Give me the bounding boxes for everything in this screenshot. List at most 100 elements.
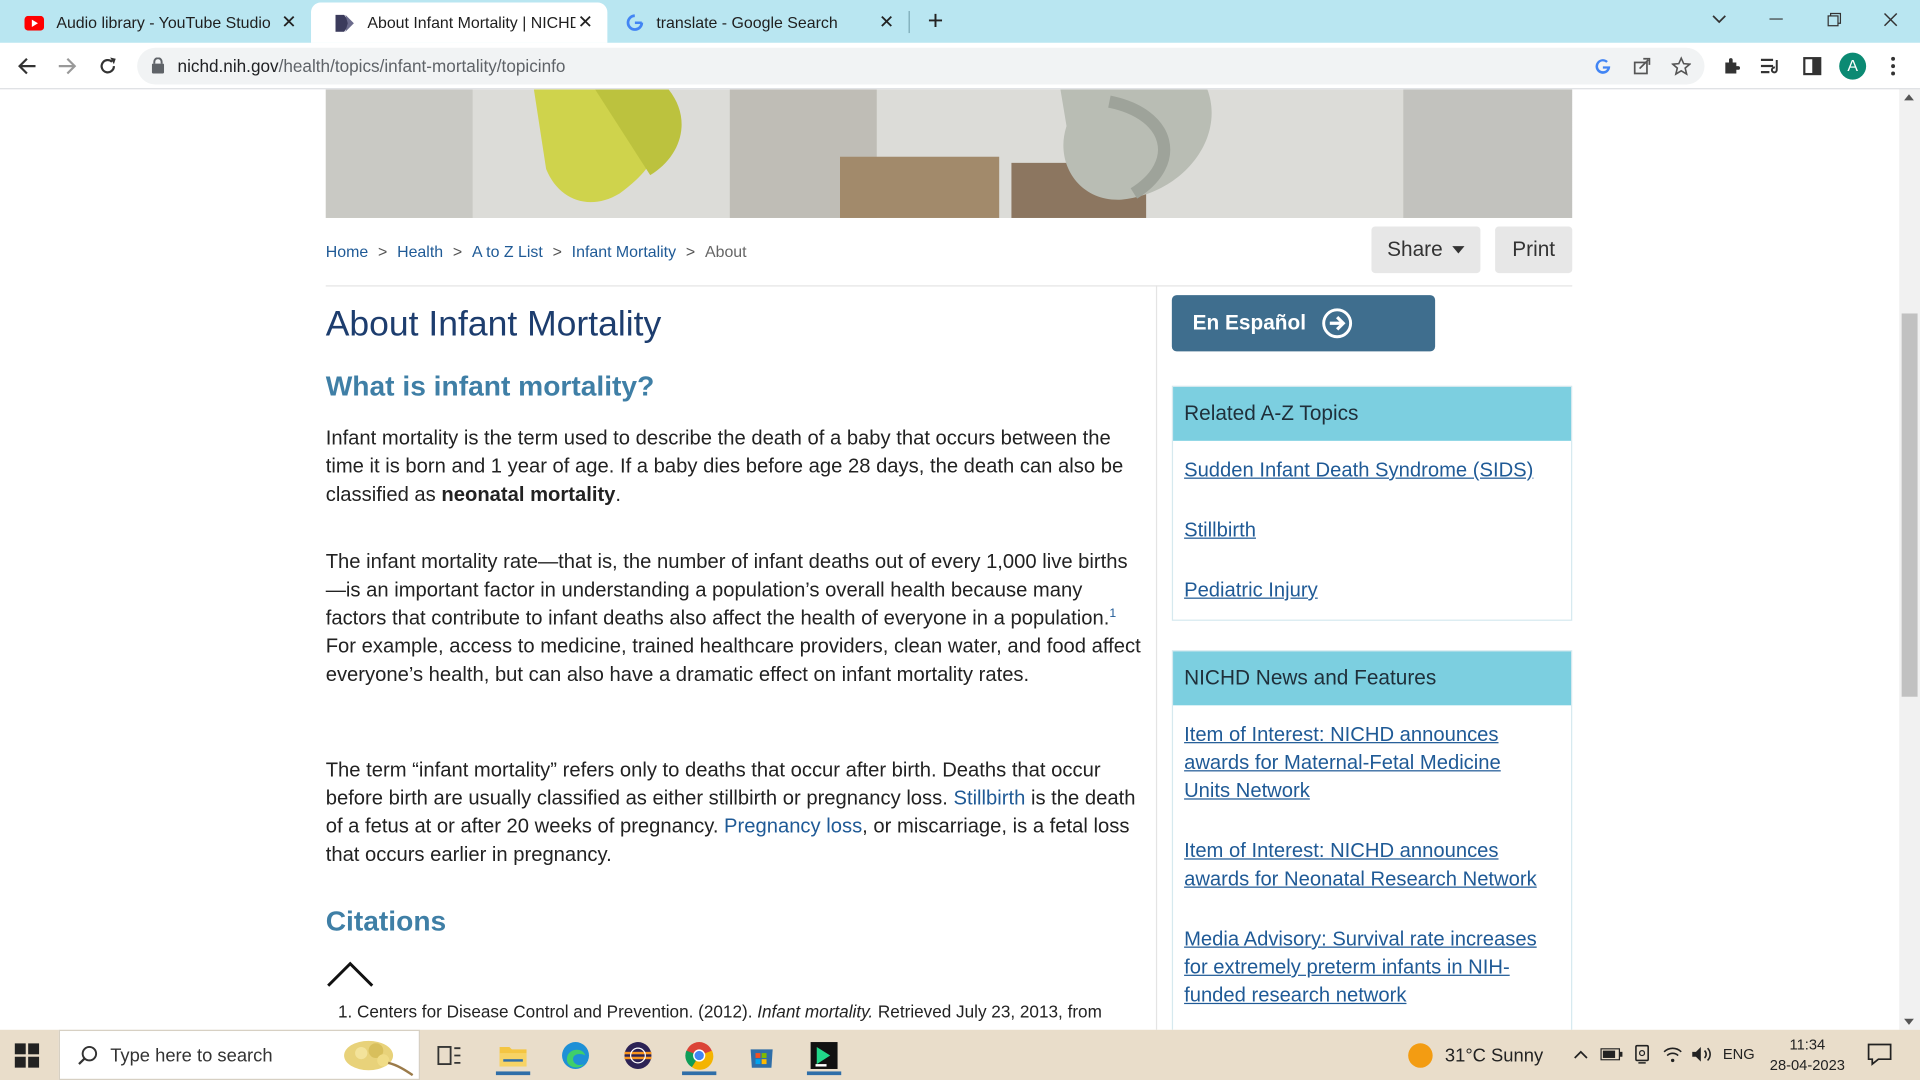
close-window-icon[interactable]: [1861, 0, 1920, 39]
windows-start-icon[interactable]: [14, 1043, 40, 1068]
share-page-icon[interactable]: [1631, 55, 1653, 77]
tab-strip: Audio library - YouTube Studio ✕ About I…: [0, 0, 1920, 43]
back-icon[interactable]: [11, 50, 43, 82]
breadcrumb-a-to-z[interactable]: A to Z List: [472, 242, 543, 260]
close-tab-icon[interactable]: ✕: [279, 12, 299, 33]
taskbar-search-box[interactable]: Type here to search: [58, 1029, 421, 1080]
microsoft-store-icon[interactable]: [737, 1035, 786, 1075]
eclipse-icon[interactable]: [613, 1035, 662, 1075]
reload-icon[interactable]: [92, 50, 124, 82]
en-espanol-label: En Español: [1192, 311, 1307, 335]
en-espanol-button[interactable]: En Español: [1171, 295, 1436, 352]
weather-text: 31°C Sunny: [1444, 1045, 1544, 1066]
close-tab-icon[interactable]: ✕: [877, 12, 897, 33]
related-topics-heading: Related A-Z Topics: [1173, 386, 1572, 441]
tab-google-search[interactable]: translate - Google Search ✕: [607, 2, 908, 42]
close-tab-icon[interactable]: ✕: [576, 12, 596, 33]
edge-browser-icon[interactable]: [551, 1035, 600, 1075]
news-features-heading: NICHD News and Features: [1173, 651, 1572, 706]
news-link-mfmu[interactable]: Item of Interest: NICHD announces awards…: [1184, 721, 1539, 805]
sun-icon: [1408, 1043, 1433, 1068]
scroll-up-arrow-icon[interactable]: [1904, 94, 1914, 101]
meet-now-icon[interactable]: [1631, 1043, 1653, 1065]
paragraph-3: The term “infant mortality” refers only …: [325, 759, 1136, 866]
pregnancy-loss-link[interactable]: Pregnancy loss: [724, 816, 862, 838]
scrollbar-thumb[interactable]: [1901, 313, 1918, 697]
media-control-icon[interactable]: [1760, 54, 1784, 78]
tab-title: Audio library - YouTube Studio: [56, 13, 271, 32]
tab-about-infant-mortality[interactable]: About Infant Mortality | NICHD - ✕: [311, 2, 608, 43]
clock[interactable]: 11:34 28-04-2023: [1763, 1035, 1851, 1077]
tab-youtube-studio[interactable]: Audio library - YouTube Studio ✕: [0, 2, 311, 42]
page-scrollbar[interactable]: [1899, 89, 1920, 1030]
news-link-preterm[interactable]: Media Advisory: Survival rate increases …: [1184, 926, 1557, 1010]
caret-down-icon: [1452, 246, 1465, 254]
language-indicator[interactable]: ENG: [1723, 1046, 1755, 1063]
search-highlight-image: [339, 1036, 417, 1077]
tab-search-icon[interactable]: [1690, 0, 1749, 39]
divider: [325, 285, 1573, 287]
citation-1-link[interactable]: 1: [1109, 607, 1116, 620]
breadcrumb-current: About: [704, 242, 747, 261]
clock-date: 28-04-2023: [1769, 1056, 1845, 1074]
neonatal-mortality-term: neonatal mortality: [441, 483, 616, 506]
tab-title: About Infant Mortality | NICHD -: [367, 13, 576, 32]
page-title: About Infant Mortality: [325, 304, 662, 345]
volume-icon[interactable]: [1691, 1043, 1713, 1065]
breadcrumb-home[interactable]: Home: [326, 242, 368, 260]
new-tab-icon[interactable]: +: [921, 7, 950, 36]
file-explorer-icon[interactable]: [489, 1035, 538, 1076]
page-viewport: Home > Health > A to Z List > Infant Mortality…: [0, 89, 1900, 1030]
related-topics-box: Related A-Z Topics Sudden Infant Death S…: [1171, 385, 1573, 621]
browser-toolbar: nichd.nih.gov/health/topics/infant-morta…: [0, 42, 1920, 90]
print-button[interactable]: Print: [1495, 226, 1573, 274]
chrome-icon[interactable]: [675, 1035, 724, 1076]
forward-icon[interactable]: [51, 50, 83, 82]
minimize-icon[interactable]: [1746, 0, 1805, 39]
weather-widget[interactable]: 31°C Sunny: [1408, 1043, 1544, 1068]
breadcrumb: Home > Health > A to Z List > Infant Mortality…: [325, 242, 747, 261]
search-icon: [77, 1044, 99, 1072]
column-divider: [1155, 285, 1158, 1030]
clock-time: 11:34: [1789, 1035, 1826, 1054]
citations-heading: Citations: [325, 904, 447, 937]
wifi-icon[interactable]: [1662, 1043, 1684, 1065]
stillbirth-link[interactable]: Stillbirth: [953, 787, 1025, 809]
lock-icon[interactable]: [151, 57, 165, 80]
extensions-icon[interactable]: [1719, 54, 1743, 78]
share-button[interactable]: Share: [1371, 226, 1481, 274]
related-link-sids[interactable]: Sudden Infant Death Syndrome (SIDS): [1184, 457, 1571, 485]
related-link-stillbirth[interactable]: Stillbirth: [1184, 517, 1571, 545]
google-icon: [624, 13, 644, 33]
youtube-icon: [24, 13, 45, 33]
side-panel-icon[interactable]: [1800, 54, 1824, 78]
pycharm-icon[interactable]: [800, 1035, 849, 1076]
tab-title: translate - Google Search: [656, 13, 838, 32]
arrow-circle-right-icon: [1321, 307, 1353, 339]
breadcrumb-health[interactable]: Health: [397, 242, 443, 260]
paragraph-2: The infant mortality rate—that is, the n…: [325, 551, 1141, 686]
nichd-icon: [335, 13, 356, 33]
tab-separator: [908, 11, 910, 34]
related-link-pediatric-injury[interactable]: Pediatric Injury: [1184, 577, 1571, 605]
windows-taskbar: Type here to search 31°C Sunny ENG 11:34…: [0, 1029, 1920, 1080]
bookmark-star-icon[interactable]: [1670, 55, 1692, 77]
collapse-chevron-up-icon[interactable]: [326, 959, 375, 991]
notifications-icon[interactable]: [1866, 1042, 1893, 1066]
task-view-icon[interactable]: [425, 1035, 474, 1075]
scroll-down-arrow-icon[interactable]: [1904, 1018, 1914, 1025]
restore-icon[interactable]: [1805, 0, 1864, 39]
search-placeholder: Type here to search: [110, 1045, 273, 1067]
citation-1: 1. Centers for Disease Control and Preve…: [337, 1001, 1102, 1022]
chevron-up-icon[interactable]: [1570, 1043, 1592, 1065]
menu-kebab-icon[interactable]: [1881, 54, 1905, 78]
google-translate-icon[interactable]: [1592, 55, 1614, 77]
profile-avatar[interactable]: A: [1839, 52, 1867, 80]
hero-image: [325, 89, 1573, 218]
breadcrumb-infant-mortality[interactable]: Infant Mortality: [572, 242, 676, 260]
section-heading: What is infant mortality?: [325, 369, 655, 402]
battery-icon[interactable]: [1600, 1043, 1623, 1065]
news-link-nrn[interactable]: Item of Interest: NICHD announces awards…: [1184, 838, 1564, 894]
url-text: nichd.nih.gov/health/topics/infant-morta…: [177, 56, 566, 76]
address-bar[interactable]: nichd.nih.gov/health/topics/infant-morta…: [137, 47, 1705, 85]
